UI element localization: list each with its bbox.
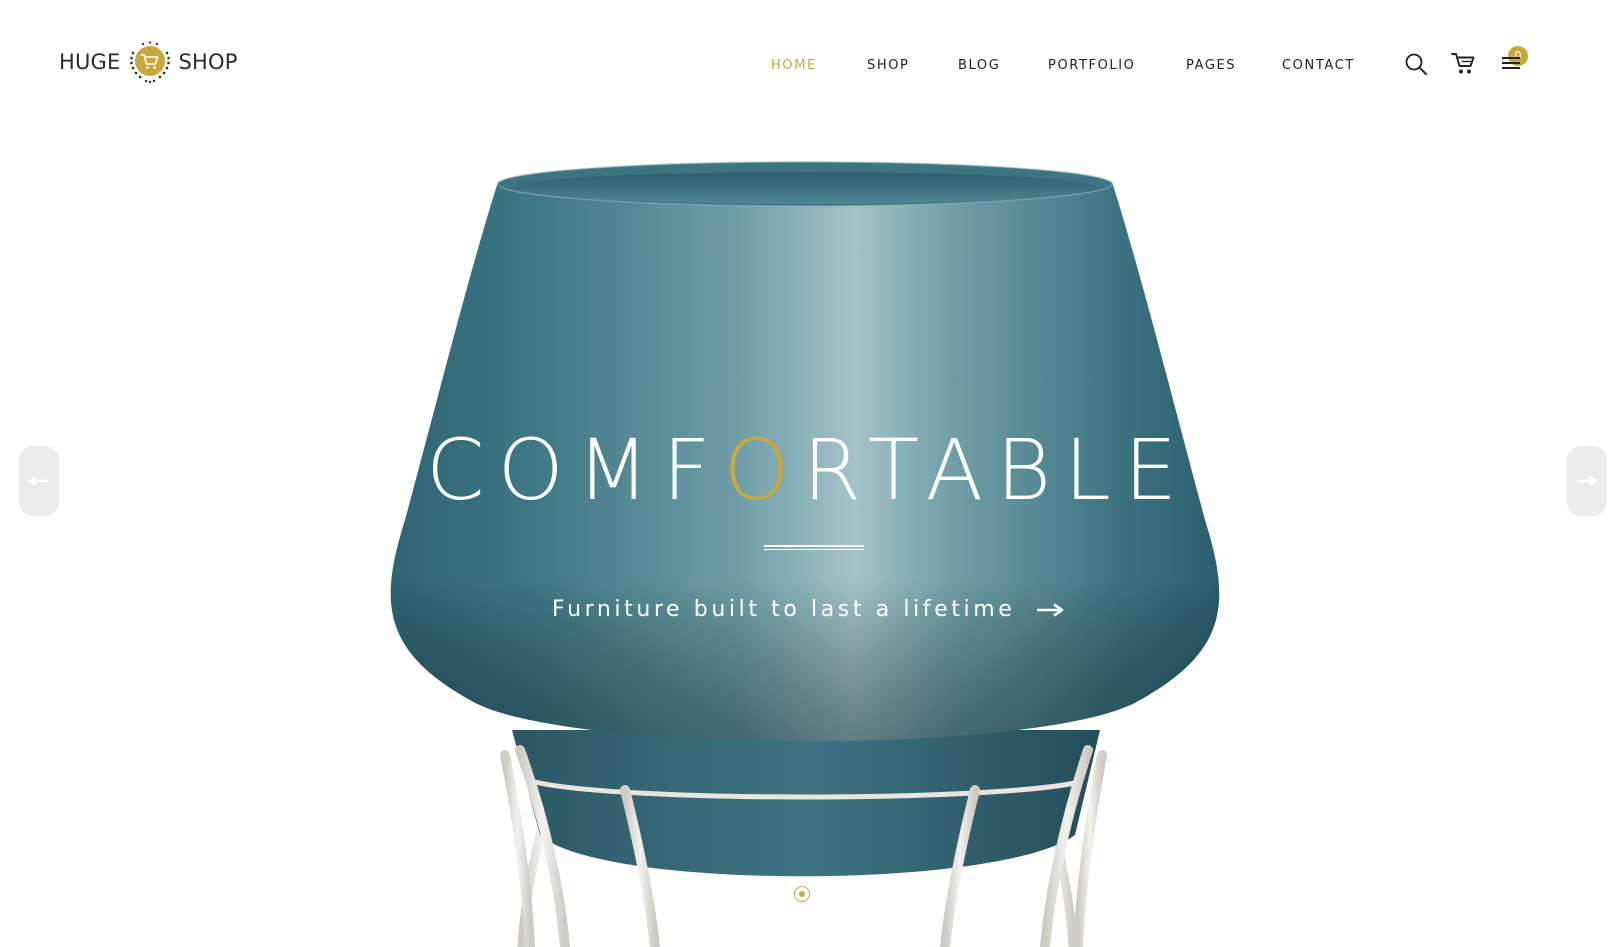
nav-item-blog[interactable]: BLOG xyxy=(958,52,1000,80)
planter-product-image xyxy=(390,161,1220,947)
slider-dot-1[interactable] xyxy=(794,886,810,902)
hero-title-end: RTABLE xyxy=(802,421,1191,519)
hero-cta-link[interactable]: Furniture built to last a lifetime xyxy=(0,595,1616,625)
slider-dot-2[interactable] xyxy=(816,886,832,902)
arrow-right-icon xyxy=(1578,476,1597,486)
slider-pagination xyxy=(794,886,834,902)
site-header: HUGE SHOP HOME SHOP BLOG PORTFOLIO PAGES… xyxy=(0,0,1616,130)
hero-title: COMFORTABLE xyxy=(0,420,1616,520)
hamburger-menu-icon[interactable] xyxy=(1502,56,1520,70)
hero-slider: COMFORTABLE Furniture built to last a li… xyxy=(0,130,1616,947)
slider-next-button[interactable] xyxy=(1567,446,1607,516)
search-icon[interactable] xyxy=(1404,52,1428,76)
hero-title-highlight: O xyxy=(723,421,803,519)
hero-divider xyxy=(764,545,864,550)
slider-prev-button[interactable] xyxy=(19,446,59,516)
nav-item-contact[interactable]: CONTACT xyxy=(1282,52,1355,80)
hero-title-start: COMF xyxy=(425,421,724,519)
nav-item-portfolio[interactable]: PORTFOLIO xyxy=(1048,52,1136,80)
cart-icon[interactable] xyxy=(1451,52,1477,76)
nav-item-shop[interactable]: SHOP xyxy=(867,52,910,80)
nav-item-pages[interactable]: PAGES xyxy=(1186,52,1236,80)
nav-item-home[interactable]: HOME xyxy=(771,52,817,80)
main-navigation: HOME SHOP BLOG PORTFOLIO PAGES CONTACT xyxy=(0,52,1616,80)
hero-cta-text: Furniture built to last a lifetime xyxy=(552,597,1016,622)
arrow-right-icon xyxy=(1036,603,1064,617)
arrow-left-icon xyxy=(29,476,48,486)
